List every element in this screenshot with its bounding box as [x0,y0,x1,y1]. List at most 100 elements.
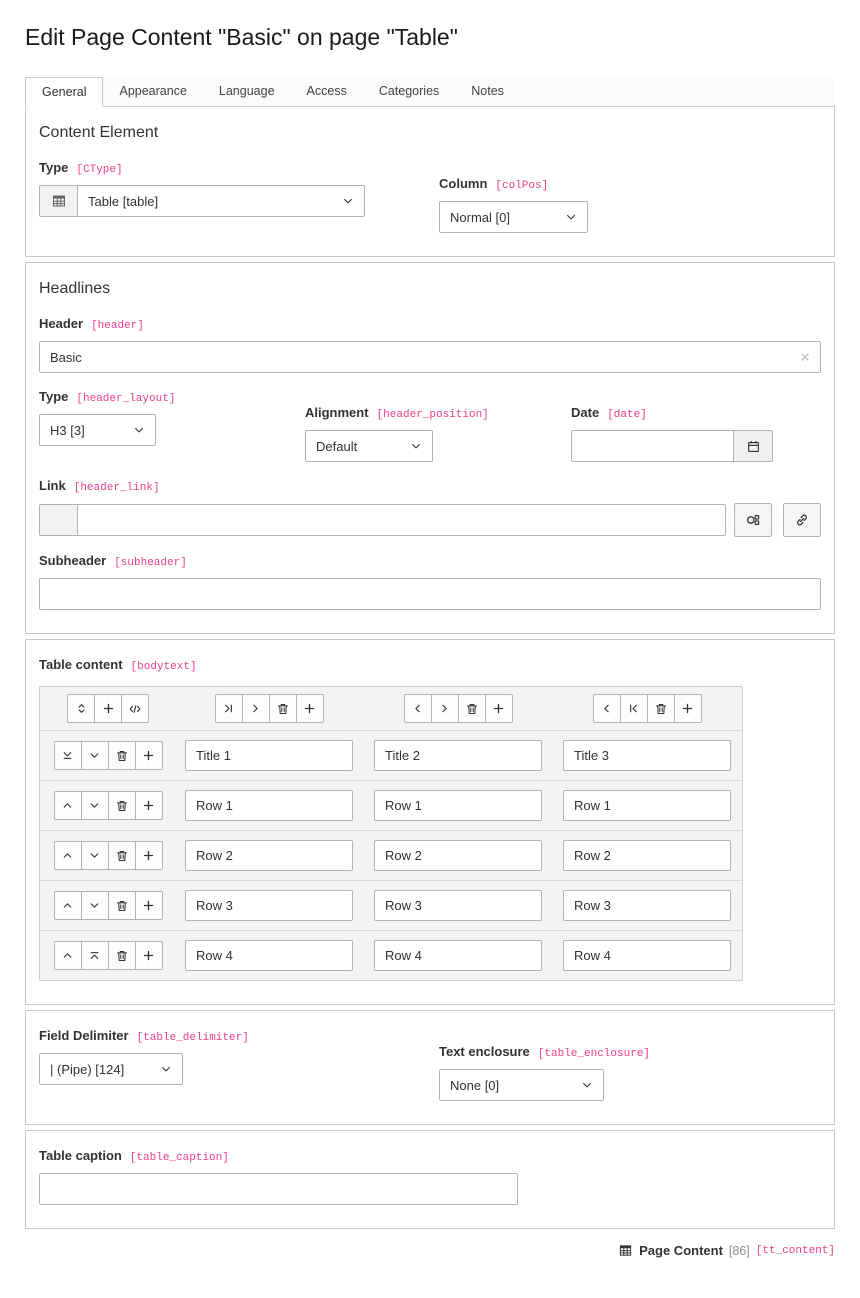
tab-notes[interactable]: Notes [455,77,520,106]
delete-col-button[interactable] [647,694,675,723]
date-input[interactable] [571,430,734,462]
move-col-left-button[interactable] [404,694,432,723]
move-col-left-button[interactable] [593,694,621,723]
label-text: Field Delimiter [39,1028,129,1043]
label-text: Table caption [39,1148,122,1163]
field-header-layout: Type [header_layout] H3 [3] [39,389,289,462]
trash-icon [276,702,290,716]
record-browser-icon [745,512,761,528]
section-table-content: Table content [bodytext] [25,639,835,1005]
delete-row-button[interactable] [108,891,136,920]
tab-general[interactable]: General [25,77,103,107]
move-row-down-button[interactable] [81,891,109,920]
plus-icon [142,849,155,862]
plus-icon [303,702,316,715]
header-position-select[interactable]: Default [305,430,433,462]
link-wizard-button[interactable] [783,503,821,537]
field-date: Date [date] [571,405,821,462]
field-label: Text enclosure [table_enclosure] [439,1044,821,1060]
table-cell-input[interactable] [563,840,731,871]
table-cell-input[interactable] [185,790,353,821]
add-col-button[interactable] [674,694,702,723]
chain-icon [794,512,810,528]
label-text: Alignment [305,405,369,420]
delete-col-button[interactable] [269,694,297,723]
table-cell-input[interactable] [563,740,731,771]
tab-categories[interactable]: Categories [363,77,455,106]
toggle-sort-button[interactable] [67,694,95,723]
table-delimiter-select[interactable]: | (Pipe) [124] [39,1053,183,1085]
move-row-to-top-icon [88,949,101,962]
ctype-select[interactable]: Table [table] [77,185,365,217]
table-caption-input[interactable] [39,1173,518,1205]
move-col-right-button[interactable] [431,694,459,723]
delete-row-button[interactable] [108,791,136,820]
table-cell-input[interactable] [374,890,542,921]
add-row-button[interactable] [135,791,163,820]
clear-x-icon[interactable] [799,351,811,363]
add-row-button[interactable] [135,891,163,920]
move-row-up-icon [61,949,74,962]
table-cell-input[interactable] [185,740,353,771]
delete-row-button[interactable] [108,741,136,770]
move-row-up-button[interactable] [54,841,82,870]
date-picker-button[interactable] [733,430,773,462]
code-view-button[interactable] [121,694,149,723]
move-col-to-end-button[interactable] [215,694,243,723]
code-icon [128,702,142,716]
delete-col-button[interactable] [458,694,486,723]
section-content-element: Content Element Type [CType] Table [tabl… [25,107,835,257]
table-cell-input[interactable] [374,940,542,971]
move-col-to-start-icon [627,702,640,715]
move-row-up-button[interactable] [54,941,82,970]
field-header: Header [header] [39,316,821,373]
table-enclosure-select[interactable]: None [0] [439,1069,604,1101]
delete-row-button[interactable] [108,941,136,970]
add-row-button[interactable] [135,941,163,970]
add-row-button[interactable] [135,741,163,770]
table-cell-input[interactable] [374,740,542,771]
move-row-down-button[interactable] [81,791,109,820]
table-cell-input[interactable] [563,890,731,921]
move-row-up-button[interactable] [54,791,82,820]
move-row-to-bottom-button[interactable] [54,741,82,770]
header-link-input[interactable] [77,504,726,536]
move-row-up-button[interactable] [54,891,82,920]
trash-icon [115,949,129,963]
add-row-button[interactable] [135,841,163,870]
move-row-to-top-button[interactable] [81,941,109,970]
table-cell-input[interactable] [185,840,353,871]
colpos-select[interactable]: Normal [0] [439,201,588,233]
move-row-down-button[interactable] [81,841,109,870]
row-tools-group [54,791,163,820]
chevron-down-icon [581,1079,593,1091]
add-row-button[interactable] [94,694,122,723]
table-cell-input[interactable] [563,790,731,821]
add-col-button[interactable] [296,694,324,723]
section-headlines: Headlines Header [header] Type [header_l… [25,262,835,634]
record-browser-button[interactable] [734,503,772,537]
section-table-caption: Table caption [table_caption] [25,1130,835,1229]
table-cell-input[interactable] [185,940,353,971]
table-cell-input[interactable] [563,940,731,971]
add-col-button[interactable] [485,694,513,723]
field-subheader: Subheader [subheader] [39,553,821,610]
header-layout-select[interactable]: H3 [3] [39,414,156,446]
field-label: Subheader [subheader] [39,553,821,569]
tab-language[interactable]: Language [203,77,291,106]
field-code: [CType] [76,164,122,176]
move-row-down-button[interactable] [81,741,109,770]
chevrons-up-down-icon [75,702,88,715]
tab-access[interactable]: Access [291,77,363,106]
move-col-right-button[interactable] [242,694,270,723]
move-col-to-start-button[interactable] [620,694,648,723]
subheader-input[interactable] [39,578,821,610]
table-cell-input[interactable] [185,890,353,921]
field-table-caption: Table caption [table_caption] [39,1148,821,1205]
table-cell-input[interactable] [374,790,542,821]
table-cell-input[interactable] [374,840,542,871]
header-input[interactable] [39,341,821,373]
delete-row-button[interactable] [108,841,136,870]
tab-appearance[interactable]: Appearance [103,77,202,106]
table-tools-group [67,694,149,723]
